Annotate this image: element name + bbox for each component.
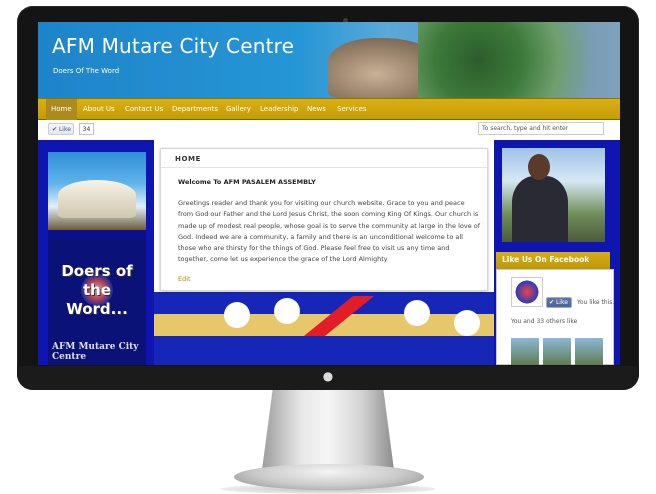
pastor-photo [502,148,605,242]
nav-item-leadership[interactable]: Leadership [255,99,303,120]
facebook-widget-like-button[interactable]: ✔ Like [546,297,572,308]
nav-item-services[interactable]: Services [332,99,372,120]
apple-logo-icon: ● [322,369,334,383]
site-header: AFM Mutare City Centre Doers Of The Word [38,22,620,98]
main-nav: Home About Us Contact Us Departments Gal… [38,98,620,120]
facebook-like-button[interactable]: ✔ Like [48,123,74,135]
open-bible-icon [58,180,136,218]
site-tagline: Doers Of The Word [53,67,120,75]
facebook-you-like-text: You like this. [577,299,615,306]
divider [161,167,487,168]
pastor-head [528,154,550,180]
website-screen: AFM Mutare City Centre Doers Of The Word… [38,22,620,365]
bible-image [48,152,146,230]
facebook-widget: ✔ Like You like this. You and 33 others … [496,269,614,365]
graphic-circle [224,302,250,328]
page-body: Doers of the Word... AFM Mutare City Cen… [38,140,620,365]
site-title[interactable]: AFM Mutare City Centre [52,34,294,58]
nav-item-news[interactable]: News [302,99,331,120]
graphic-circle [404,300,430,326]
toolbar: ✔ Like 34 To search, type and hit enter [38,120,620,140]
welcome-text: Greetings reader and thank you for visit… [178,199,481,264]
nav-item-contact-us[interactable]: Contact Us [120,99,168,120]
facebook-fan-avatar[interactable] [543,338,571,365]
graphic-circle [274,298,300,324]
page-title: HOME [175,155,201,163]
facebook-widget-like-label: Like [555,299,568,306]
doers-banner-image: Doers of the Word... AFM Mutare City Cen… [48,240,146,365]
edit-link[interactable]: Edit [178,275,191,283]
nav-item-gallery[interactable]: Gallery [221,99,256,120]
graphic-circle [454,310,480,336]
like-count: 34 [79,123,94,135]
search-input[interactable]: To search, type and hit enter [478,122,604,135]
content-card: HOME Welcome To AFM PASALEM ASSEMBLY Gre… [160,148,488,291]
facebook-others-text: You and 33 others like [511,318,578,325]
facebook-widget-header: Like Us On Facebook [496,252,610,269]
graphic-flame [304,296,374,336]
monitor-stand [262,390,394,470]
facebook-widget-title: Like Us On Facebook [502,255,590,264]
church-logo-graphic [154,292,494,365]
left-sidebar: Doers of the Word... AFM Mutare City Cen… [48,152,146,365]
city-banner-text: AFM Mutare City Centre [52,342,139,362]
welcome-heading: Welcome To AFM PASALEM ASSEMBLY [178,178,316,186]
monitor-stand-base [234,464,424,490]
nav-item-about-us[interactable]: About Us [78,99,120,120]
pastor-figure [512,176,568,242]
facebook-page-avatar[interactable] [511,277,543,307]
header-tree-image [418,22,620,98]
like-label: Like [58,126,71,133]
nav-item-departments[interactable]: Departments [167,99,223,120]
facebook-fan-avatar[interactable] [575,338,603,365]
right-sidebar: Like Us On Facebook ✔ Like You like this… [496,140,620,365]
doers-banner-text: Doers of the Word... [61,262,133,318]
imac-mockup: ● AFM Mutare City Centre Doers Of The Wo… [0,0,656,494]
facebook-fan-avatar[interactable] [511,338,539,365]
nav-item-home[interactable]: Home [46,99,77,120]
